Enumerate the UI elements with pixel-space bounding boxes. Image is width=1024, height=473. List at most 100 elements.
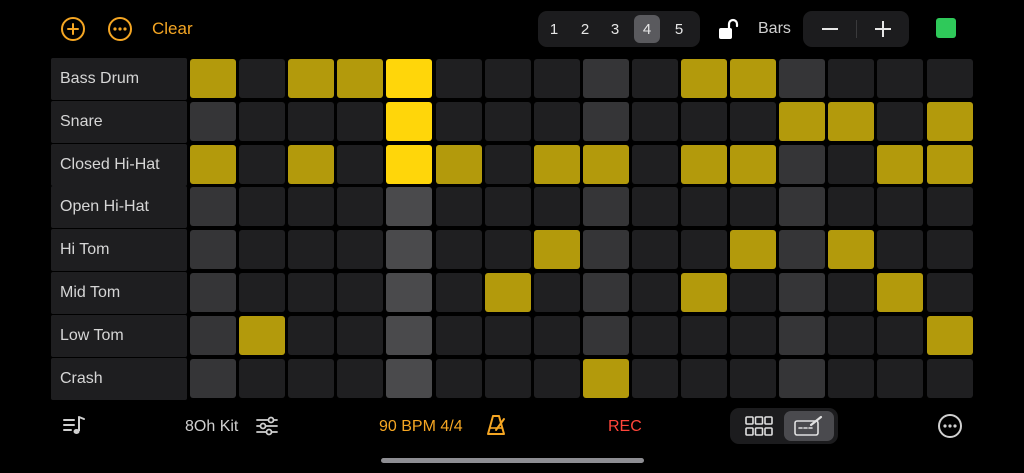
more-options-button[interactable] — [108, 17, 132, 41]
step-cell[interactable] — [190, 315, 236, 355]
step-cell[interactable] — [386, 144, 433, 184]
step-cell[interactable] — [926, 59, 973, 98]
step-cell[interactable] — [681, 315, 727, 355]
bar-option-5[interactable]: 5 — [666, 15, 692, 43]
step-cell[interactable] — [779, 187, 826, 227]
step-cell[interactable] — [779, 101, 826, 141]
step-cell[interactable] — [681, 230, 727, 270]
step-cell[interactable] — [631, 59, 678, 98]
step-cell[interactable] — [533, 187, 580, 227]
step-cell[interactable] — [239, 230, 286, 270]
step-cell[interactable] — [730, 358, 777, 398]
bar-option-1[interactable]: 1 — [541, 15, 567, 43]
step-cell[interactable] — [288, 144, 335, 184]
step-cell[interactable] — [337, 273, 384, 312]
step-cell[interactable] — [484, 273, 531, 312]
step-cell[interactable] — [337, 230, 384, 270]
step-cell[interactable] — [877, 59, 924, 98]
step-cell[interactable] — [828, 101, 875, 141]
grid-view-button[interactable] — [734, 411, 784, 441]
step-cell[interactable] — [631, 358, 678, 398]
step-cell[interactable] — [681, 273, 727, 312]
step-cell[interactable] — [386, 230, 433, 270]
step-cell[interactable] — [828, 187, 875, 227]
step-cell[interactable] — [582, 101, 629, 141]
step-cell[interactable] — [681, 187, 727, 227]
step-cell[interactable] — [926, 101, 973, 141]
step-cell[interactable] — [288, 273, 335, 312]
step-cell[interactable] — [239, 315, 286, 355]
kit-label[interactable]: 8Oh Kit — [185, 418, 238, 436]
step-cell[interactable] — [828, 230, 875, 270]
step-cell[interactable] — [926, 144, 973, 184]
step-cell[interactable] — [681, 358, 727, 398]
step-cell[interactable] — [779, 358, 826, 398]
step-cell[interactable] — [681, 59, 727, 98]
step-cell[interactable] — [386, 358, 433, 398]
step-cell[interactable] — [288, 358, 335, 398]
increment-bars-button[interactable] — [856, 11, 909, 47]
sliders-icon[interactable] — [256, 416, 278, 436]
step-cell[interactable] — [533, 101, 580, 141]
step-cell[interactable] — [435, 101, 482, 141]
more-bottom-button[interactable] — [938, 414, 962, 438]
step-cell[interactable] — [288, 230, 335, 270]
step-cell[interactable] — [386, 101, 433, 141]
step-cell[interactable] — [190, 101, 236, 141]
step-cell[interactable] — [631, 315, 678, 355]
step-cell[interactable] — [239, 144, 286, 184]
step-cell[interactable] — [779, 144, 826, 184]
step-cell[interactable] — [337, 358, 384, 398]
add-button[interactable] — [61, 17, 85, 41]
step-cell[interactable] — [631, 101, 678, 141]
step-cell[interactable] — [288, 315, 335, 355]
step-cell[interactable] — [877, 187, 924, 227]
step-cell[interactable] — [435, 358, 482, 398]
step-cell[interactable] — [190, 230, 236, 270]
lock-open-icon[interactable] — [716, 17, 740, 41]
step-cell[interactable] — [631, 187, 678, 227]
step-cell[interactable] — [239, 59, 286, 98]
step-cell[interactable] — [386, 315, 433, 355]
bar-option-3[interactable]: 3 — [602, 15, 628, 43]
step-cell[interactable] — [730, 144, 777, 184]
step-cell[interactable] — [288, 101, 335, 141]
step-cell[interactable] — [484, 230, 531, 270]
step-cell[interactable] — [828, 315, 875, 355]
decrement-bars-button[interactable] — [803, 11, 856, 47]
step-cell[interactable] — [730, 59, 777, 98]
step-cell[interactable] — [877, 358, 924, 398]
step-cell[interactable] — [681, 101, 727, 141]
editor-view-button[interactable] — [784, 411, 834, 441]
step-cell[interactable] — [435, 59, 482, 98]
step-cell[interactable] — [386, 273, 433, 312]
step-cell[interactable] — [484, 358, 531, 398]
step-cell[interactable] — [337, 315, 384, 355]
step-cell[interactable] — [877, 144, 924, 184]
step-cell[interactable] — [631, 273, 678, 312]
step-cell[interactable] — [533, 144, 580, 184]
step-cell[interactable] — [582, 59, 629, 98]
step-cell[interactable] — [435, 230, 482, 270]
step-cell[interactable] — [239, 273, 286, 312]
step-cell[interactable] — [926, 315, 973, 355]
step-cell[interactable] — [681, 144, 727, 184]
step-cell[interactable] — [730, 101, 777, 141]
step-cell[interactable] — [337, 144, 384, 184]
step-cell[interactable] — [484, 59, 531, 98]
track-label[interactable]: Hi Tom — [51, 229, 187, 272]
step-cell[interactable] — [239, 358, 286, 398]
bar-option-4[interactable]: 4 — [634, 15, 660, 43]
track-color-swatch[interactable] — [936, 18, 956, 38]
step-cell[interactable] — [435, 315, 482, 355]
track-label[interactable]: Open Hi-Hat — [51, 186, 187, 229]
step-cell[interactable] — [533, 273, 580, 312]
step-cell[interactable] — [533, 358, 580, 398]
track-label[interactable]: Closed Hi-Hat — [51, 143, 187, 186]
step-cell[interactable] — [828, 144, 875, 184]
step-cell[interactable] — [582, 358, 629, 398]
step-cell[interactable] — [631, 230, 678, 270]
step-cell[interactable] — [779, 230, 826, 270]
bar-option-2[interactable]: 2 — [572, 15, 598, 43]
step-cell[interactable] — [190, 144, 236, 184]
